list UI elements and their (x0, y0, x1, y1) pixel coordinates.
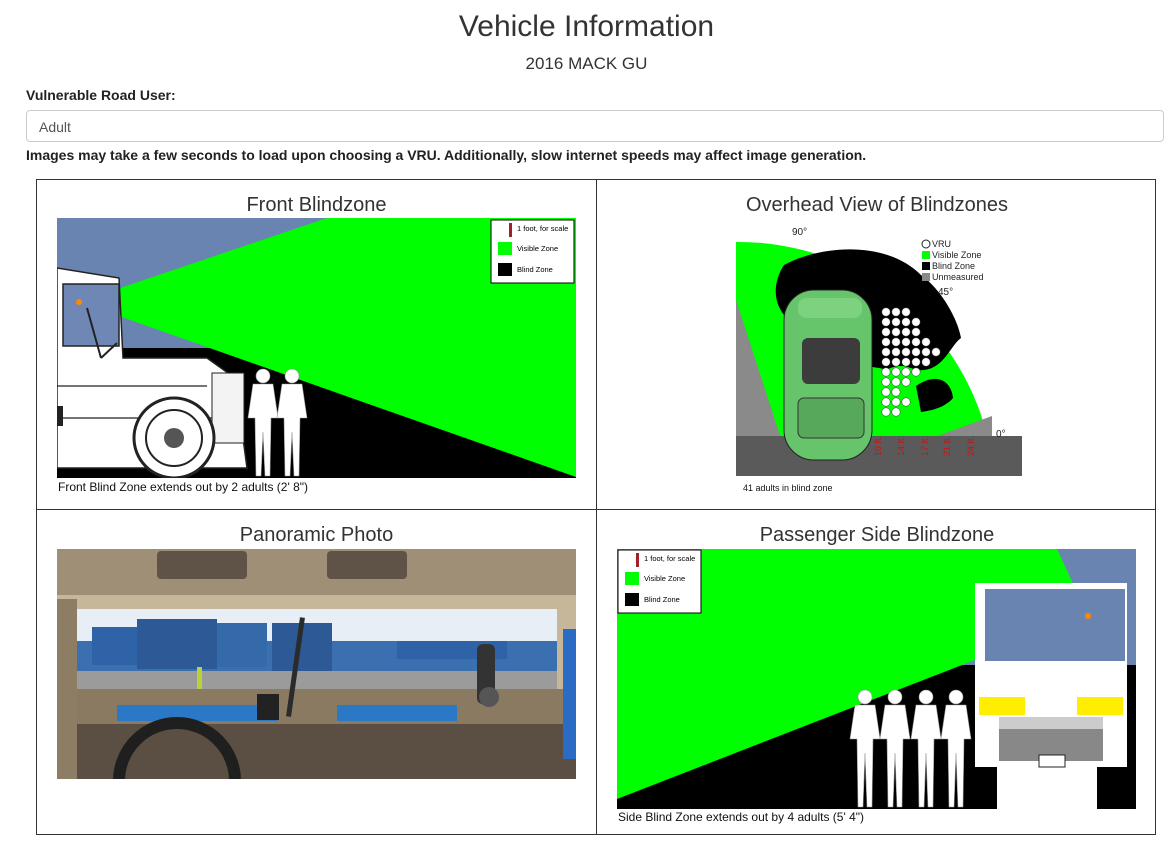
distance-14ft: 14 ft. (896, 436, 906, 456)
front-legend: 1 foot, for scale Visible Zone Blind Zon… (490, 219, 575, 284)
side-blindzone-image: 1 foot, for scale Visible Zone Blind Zon… (617, 549, 1136, 809)
blindzone-grid: Front Blindzone 1 foot, for scale Visibl… (36, 179, 1156, 835)
front-blindzone-title: Front Blindzone (246, 194, 387, 216)
angle-0: 0° (996, 429, 1006, 440)
distance-21ft: 21 ft. (942, 436, 952, 456)
distance-24ft: 24 ft. (966, 436, 976, 456)
overhead-legend-vru: VRU (932, 239, 951, 249)
overhead-legend-blind: Blind Zone (932, 261, 975, 271)
page-title: Vehicle Information (458, 10, 715, 43)
distance-10ft: 10 ft. (873, 436, 883, 456)
distance-17ft: 17 ft. (920, 436, 930, 456)
load-notice: Images may take a few seconds to load up… (26, 147, 867, 163)
side-legend-blind: Blind Zone (644, 595, 680, 604)
vru-select[interactable]: Adult (26, 110, 1164, 142)
front-blindzone-caption: Front Blind Zone extends out by 2 adults… (58, 480, 309, 494)
front-blindzone-panel: Front Blindzone 1 foot, for scale Visibl… (37, 180, 596, 509)
overhead-legend-unmeasured: Unmeasured (932, 272, 984, 282)
panoramic-photo (57, 549, 576, 779)
overhead-legend-visible: Visible Zone (932, 250, 981, 260)
panoramic-panel: Panoramic Photo (37, 510, 596, 836)
overhead-image: 10 ft. 14 ft. 17 ft. 21 ft. 24 ft. 90° 4… (736, 220, 1022, 498)
side-legend: 1 foot, for scale Visible Zone Blind Zon… (617, 549, 702, 614)
side-legend-visible: Visible Zone (644, 574, 685, 583)
side-legend-scale: 1 foot, for scale (644, 554, 695, 563)
overhead-caption: 41 adults in blind zone (743, 483, 833, 493)
side-blindzone-panel: Passenger Side Blindzone 1 foot, for sca… (597, 510, 1157, 836)
vru-label: Vulnerable Road User: (26, 87, 176, 103)
front-legend-blind: Blind Zone (517, 265, 553, 274)
vehicle-name: 2016 MACK GU (525, 54, 648, 73)
side-blindzone-caption: Side Blind Zone extends out by 4 adults … (618, 810, 865, 824)
side-blindzone-title: Passenger Side Blindzone (759, 524, 995, 546)
panoramic-title: Panoramic Photo (239, 524, 394, 546)
front-blindzone-image: 1 foot, for scale Visible Zone Blind Zon… (57, 218, 576, 478)
angle-45: 45° (938, 287, 953, 298)
front-legend-visible: Visible Zone (517, 244, 558, 253)
front-legend-scale: 1 foot, for scale (517, 224, 568, 233)
overhead-panel: Overhead View of Blindzones 10 ft. 14 ft… (597, 180, 1157, 509)
overhead-title: Overhead View of Blindzones (745, 194, 1008, 216)
angle-90: 90° (792, 227, 807, 238)
